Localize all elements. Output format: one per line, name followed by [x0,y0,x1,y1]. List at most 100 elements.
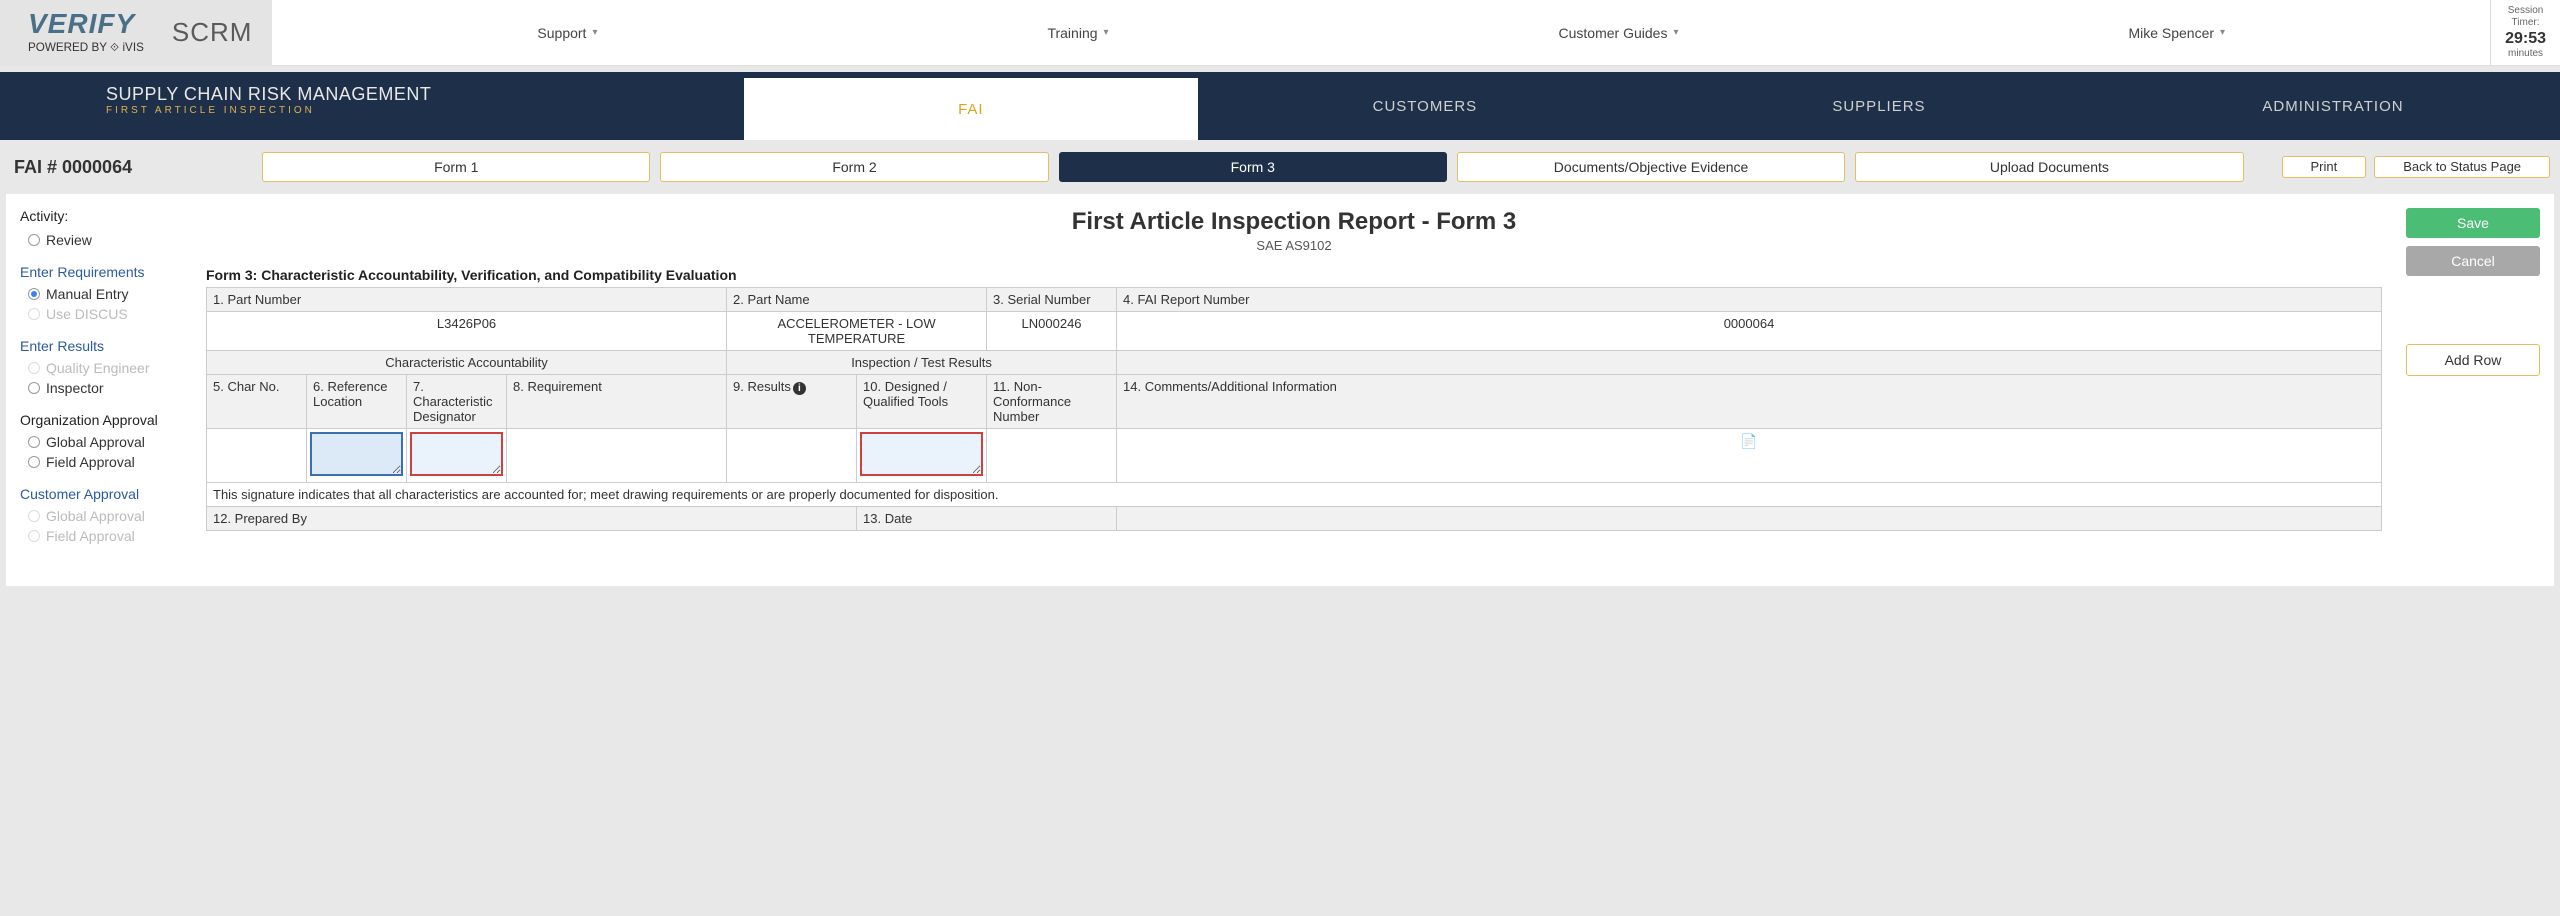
save-button[interactable]: Save [2406,208,2540,238]
input-requirement[interactable] [511,433,722,475]
cell-tools [857,429,987,483]
radio-use-discus: Use DISCUS [20,304,188,324]
back-to-status-button[interactable]: Back to Status Page [2374,156,2550,178]
document-icon[interactable]: 📄 [1121,433,2377,450]
chevron-down-icon: ▾ [592,27,597,38]
form3-table-main: 1. Part Number 2. Part Name 3. Serial Nu… [206,287,2382,531]
form2-button[interactable]: Form 2 [660,152,1048,182]
radio-cust-global-approval: Global Approval [20,506,188,526]
section-customer-approval: Customer Approval [20,486,188,502]
th-part-number: 1. Part Number [207,288,727,312]
top-nav: Support▾ Training▾ Customer Guides ▾ Mike… [272,25,2490,41]
action-column: Save Cancel Add Row [2390,208,2540,546]
radio-icon [28,308,40,320]
cell-char-designator [407,429,507,483]
form1-button[interactable]: Form 1 [262,152,650,182]
nav-support[interactable]: Support▾ [537,25,597,41]
cell-requirement [507,429,727,483]
th-serial: 3. Serial Number [987,288,1117,312]
spacer [471,72,743,140]
nav-user[interactable]: Mike Spencer ▾ [2128,25,2225,41]
th-requirement: 8. Requirement [507,375,727,429]
th-char-no: 5. Char No. [207,375,307,429]
main-nav-title-block: SUPPLY CHAIN RISK MANAGEMENT FIRST ARTIC… [0,72,471,140]
tab-customers[interactable]: CUSTOMERS [1198,72,1652,140]
nav-guides[interactable]: Customer Guides ▾ [1559,25,1679,41]
radio-icon [28,362,40,374]
session-units: minutes [2505,48,2546,60]
radio-field-label: Field Approval [46,454,135,470]
radio-manual-entry[interactable]: Manual Entry [20,284,188,304]
tab-suppliers[interactable]: SUPPLIERS [1652,72,2106,140]
th-results-label: 9. Results [733,379,791,394]
main-nav-subtitle: FIRST ARTICLE INSPECTION [106,105,431,116]
cell-results [727,429,857,483]
val-serial: LN000246 [987,312,1117,351]
radio-cust-field-approval: Field Approval [20,526,188,546]
val-fai-report: 0000064 [1117,312,2382,351]
section-org-approval: Organization Approval [20,412,188,428]
content-area: Activity: Review Enter Requirements Manu… [6,194,2554,586]
print-button[interactable]: Print [2282,156,2367,178]
activity-sidebar: Activity: Review Enter Requirements Manu… [20,208,198,546]
th-blank [1117,351,2382,375]
input-nonconformance[interactable] [991,433,1112,475]
nav-guides-label: Customer Guides [1559,25,1668,41]
signature-note: This signature indicates that all charac… [207,483,2382,507]
input-ref-location[interactable] [311,433,402,475]
input-results[interactable] [731,433,852,475]
nav-training[interactable]: Training▾ [1047,25,1108,41]
th-comments: 14. Comments/Additional Information [1117,375,2382,429]
session-time: 29:53 [2505,29,2546,48]
val-part-number: L3426P06 [207,312,727,351]
section-enter-results: Enter Results [20,338,188,354]
tab-administration[interactable]: ADMINISTRATION [2106,72,2560,140]
radio-discus-label: Use DISCUS [46,306,128,322]
radio-icon [28,436,40,448]
th-char-designator: 7. Characteristic Designator [407,375,507,429]
radio-review[interactable]: Review [20,230,188,250]
session-label2: Timer: [2505,17,2546,29]
form-toolbar: FAI # 0000064 Form 1 Form 2 Form 3 Docum… [0,140,2560,194]
session-timer: Session Timer: 29:53 minutes [2490,0,2560,65]
chevron-down-icon: ▾ [2220,27,2225,38]
radio-quality-engineer: Quality Engineer [20,358,188,378]
radio-inspector-label: Inspector [46,380,104,396]
th-fai-report: 4. FAI Report Number [1117,288,2382,312]
th-prepared-by: 12. Prepared By [207,507,857,531]
cell-comments: 📄 [1117,429,2382,483]
documents-button[interactable]: Documents/Objective Evidence [1457,152,1845,182]
chevron-down-icon: ▾ [1673,27,1678,38]
tab-fai[interactable]: FAI [744,78,1198,140]
radio-icon [28,510,40,522]
radio-icon [28,382,40,394]
form3-button[interactable]: Form 3 [1059,152,1447,182]
radio-cust-field-label: Field Approval [46,528,135,544]
form3-label: Form 3: Characteristic Accountability, V… [206,267,2382,283]
radio-review-label: Review [46,232,92,248]
radio-cust-global-label: Global Approval [46,508,145,524]
main-nav: SUPPLY CHAIN RISK MANAGEMENT FIRST ARTIC… [0,72,2560,140]
radio-global-label: Global Approval [46,434,145,450]
main-panel: First Article Inspection Report - Form 3… [198,208,2390,546]
cell-char-no [207,429,307,483]
cell-nonconformance [987,429,1117,483]
radio-global-approval[interactable]: Global Approval [20,432,188,452]
page-title: First Article Inspection Report - Form 3 [206,208,2382,236]
add-row-button[interactable]: Add Row [2406,344,2540,376]
verify-logo-sub: POWERED BY ⟐ iVIS [28,41,144,54]
input-char-no[interactable] [211,433,302,475]
info-icon[interactable]: i [793,382,806,395]
radio-inspector[interactable]: Inspector [20,378,188,398]
scrm-logo: SCRM [172,17,253,48]
upload-documents-button[interactable]: Upload Documents [1855,152,2243,182]
input-char-designator[interactable] [411,433,502,475]
radio-manual-label: Manual Entry [46,286,128,302]
cell-ref-location [307,429,407,483]
th-tools: 10. Designed / Qualified Tools [857,375,987,429]
verify-logo: VERIFY POWERED BY ⟐ iVIS [28,10,144,55]
radio-field-approval[interactable]: Field Approval [20,452,188,472]
input-tools[interactable] [861,433,982,475]
cancel-button[interactable]: Cancel [2406,246,2540,276]
nav-user-label: Mike Spencer [2128,25,2214,41]
